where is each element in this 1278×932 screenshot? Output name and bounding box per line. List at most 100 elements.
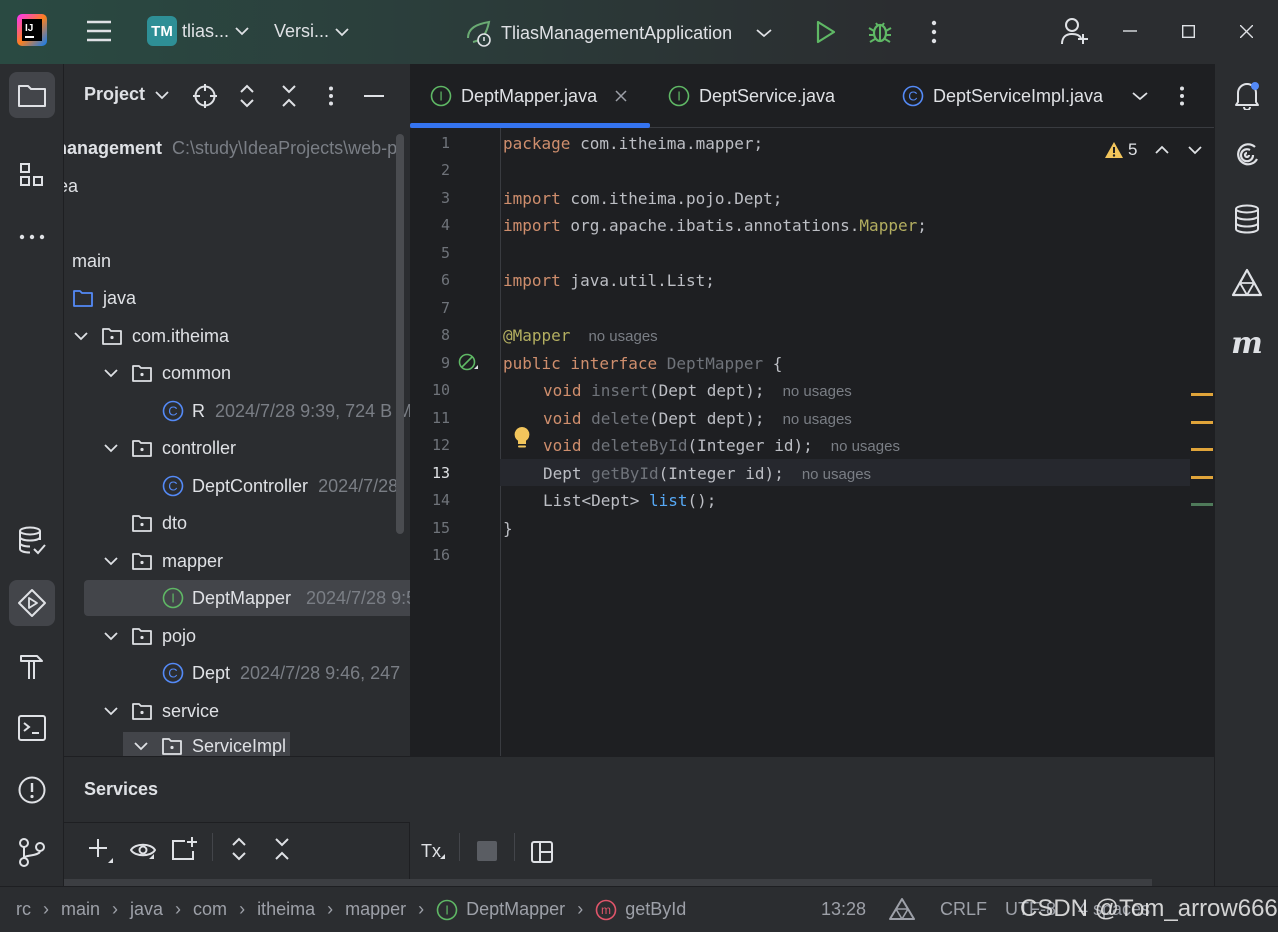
tree-root[interactable]: nanagement C:\study\IdeaProjects\web-p	[64, 130, 397, 166]
collapse-all-icon[interactable]	[281, 84, 297, 108]
more-tools-button[interactable]	[9, 214, 55, 260]
inlay-hint[interactable]: no usages	[802, 466, 871, 483]
run-config-selector[interactable]: TliasManagementApplication	[465, 18, 772, 48]
structure-tool-button[interactable]	[9, 152, 55, 198]
error-stripe-mark[interactable]	[1191, 421, 1213, 424]
inlay-hint[interactable]: no usages	[588, 328, 657, 345]
error-stripe-mark[interactable]	[1191, 476, 1213, 479]
tree-row[interactable]: com.itheima	[74, 318, 229, 354]
tree-row[interactable]: C DeptController 2024/7/28	[162, 468, 398, 504]
add-user-icon[interactable]	[1060, 16, 1090, 46]
minimize-icon[interactable]	[1123, 30, 1137, 32]
code-line-12[interactable]: void deleteById(Integer id); no usages	[543, 436, 900, 455]
tx-icon[interactable]: Tx	[421, 839, 447, 863]
options-icon[interactable]	[328, 86, 334, 106]
error-stripe-mark[interactable]	[1191, 448, 1213, 451]
code-line-11[interactable]: void delete(Dept dept); no usages	[543, 409, 852, 428]
tree-row[interactable]: pojo	[104, 618, 196, 654]
tab-deptmapper[interactable]: I DeptMapper.java	[430, 64, 627, 128]
tree-row[interactable]: C R 2024/7/28 9:39, 724 B M	[162, 393, 410, 429]
build-tool-button[interactable]	[9, 644, 55, 690]
breadcrumb-item[interactable]: main	[61, 899, 100, 920]
tree-row[interactable]: main	[64, 243, 111, 279]
project-view-selector[interactable]: Project	[84, 84, 169, 105]
maven-button[interactable]: m	[1224, 320, 1270, 366]
maximize-icon[interactable]	[1182, 25, 1195, 38]
code-line-3[interactable]: import com.itheima.pojo.Dept;	[503, 189, 782, 208]
code-line-1[interactable]: package com.itheima.mapper;	[503, 134, 763, 153]
chevron-down-icon[interactable]	[1188, 145, 1203, 155]
project-selector[interactable]: TM tlias...	[147, 16, 249, 46]
database-changes-button[interactable]	[9, 518, 55, 564]
breadcrumb-item[interactable]: com	[193, 899, 227, 920]
debug-icon[interactable]	[866, 18, 894, 46]
tree-row[interactable]: controller	[104, 430, 236, 466]
tree-row[interactable]: java	[73, 280, 136, 316]
main-menu-icon[interactable]	[86, 19, 112, 43]
breadcrumb-item[interactable]: itheima	[257, 899, 315, 920]
inlay-hint[interactable]: no usages	[783, 411, 852, 428]
tree-row[interactable]: C Dept 2024/7/28 9:46, 247	[162, 655, 400, 691]
tree-row[interactable]: ServiceImpl	[123, 732, 291, 756]
locate-file-icon[interactable]	[193, 84, 217, 108]
tree-row[interactable]: ea	[64, 168, 78, 204]
ai-assistant-button[interactable]	[1224, 132, 1270, 178]
eye-icon[interactable]	[130, 840, 156, 860]
git-tool-button[interactable]	[9, 829, 55, 875]
tab-deptserviceimpl[interactable]: C DeptServiceImpl.java	[902, 64, 1112, 128]
inlay-hint[interactable]: no usages	[783, 383, 852, 400]
services-tool-button[interactable]	[9, 580, 55, 626]
tree-row[interactable]: service	[104, 693, 219, 729]
new-group-icon[interactable]	[172, 837, 198, 861]
expand-all-icon[interactable]	[239, 84, 255, 108]
inlay-hint[interactable]: no usages	[831, 438, 900, 455]
breadcrumb-item[interactable]: java	[130, 899, 163, 920]
breadcrumb-class[interactable]: I DeptMapper	[436, 899, 565, 921]
breadcrumb-item[interactable]: rc	[16, 899, 31, 920]
notifications-button[interactable]	[1224, 72, 1270, 118]
layout-icon[interactable]	[531, 841, 553, 863]
intellij-logo-icon[interactable]: IJ	[17, 14, 47, 46]
lightbulb-icon[interactable]	[513, 426, 531, 450]
breadcrumb-item[interactable]: mapper	[345, 899, 406, 920]
inspection-widget[interactable]: 5	[1104, 140, 1203, 160]
collapse-all-icon[interactable]	[274, 837, 290, 861]
more-actions-icon[interactable]	[930, 20, 938, 44]
stop-icon[interactable]	[477, 841, 497, 861]
database-button[interactable]	[1224, 196, 1270, 242]
chevron-up-icon[interactable]	[1155, 145, 1170, 155]
code-line-4[interactable]: import org.apache.ibatis.annotations.Map…	[503, 216, 927, 235]
tab-list-dropdown[interactable]	[1132, 91, 1148, 101]
add-service-icon[interactable]	[88, 838, 114, 864]
tree-row[interactable]: mapper	[104, 543, 223, 579]
project-scrollbar[interactable]	[396, 134, 404, 534]
tab-options-icon[interactable]	[1179, 86, 1185, 106]
close-window-icon[interactable]	[1240, 25, 1253, 38]
problems-tool-button[interactable]	[9, 767, 55, 813]
code-line-8[interactable]: @Mapper no usages	[503, 326, 658, 345]
tree-row[interactable]: dto	[132, 505, 187, 541]
breadcrumb-method[interactable]: m getById	[595, 899, 686, 921]
implementation-gutter-icon[interactable]	[458, 353, 480, 373]
expand-all-icon[interactable]	[231, 837, 247, 861]
code-line-9[interactable]: public interface DeptMapper {	[503, 354, 782, 373]
ai-status-icon[interactable]	[889, 897, 915, 921]
code-line-10[interactable]: void insert(Dept dept); no usages	[543, 381, 852, 400]
code-line-14[interactable]: List<Dept> list();	[543, 491, 716, 510]
code-line-6[interactable]: import java.util.List;	[503, 271, 715, 290]
code-line-13[interactable]: Dept getById(Integer id); no usages	[543, 464, 871, 483]
terminal-tool-button[interactable]	[9, 705, 55, 751]
project-tool-button[interactable]	[9, 72, 55, 118]
vcs-selector[interactable]: Versi...	[274, 21, 349, 42]
line-separator[interactable]: CRLF	[940, 899, 987, 920]
close-tab-icon[interactable]	[615, 90, 627, 102]
gradle-button[interactable]	[1224, 260, 1270, 306]
code-line-15[interactable]: }	[503, 519, 513, 538]
hide-panel-icon[interactable]	[364, 95, 384, 97]
tree-row[interactable]: common	[104, 355, 231, 391]
caret-position[interactable]: 13:28	[821, 899, 866, 920]
tab-deptservice[interactable]: I DeptService.java	[668, 64, 835, 128]
run-icon[interactable]	[813, 20, 837, 44]
change-stripe-mark[interactable]	[1191, 503, 1213, 506]
error-stripe-mark[interactable]	[1191, 393, 1213, 396]
